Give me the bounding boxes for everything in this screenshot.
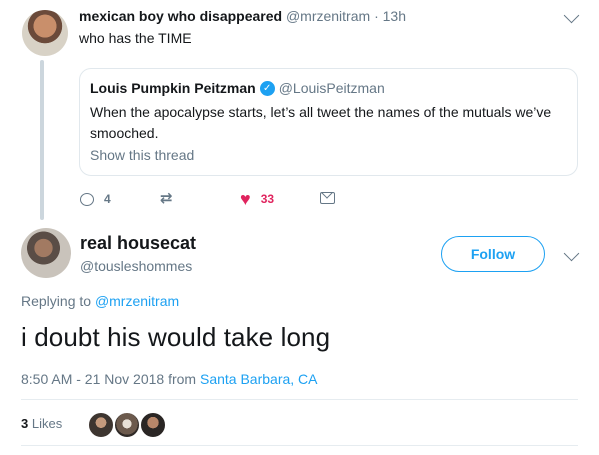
verified-icon: ✓ [259, 80, 275, 96]
replying-to: Replying to @mrzenitram [21, 293, 179, 309]
message-button[interactable] [320, 192, 335, 204]
like-count: 33 [260, 192, 275, 206]
reply-display-name[interactable]: real housecat [80, 233, 196, 254]
retweet-button[interactable]: ⇄ [160, 190, 181, 207]
reply-count: 4 [104, 192, 111, 206]
divider [21, 445, 578, 446]
likes-label: Likes [31, 416, 63, 431]
tweet-author: mexican boy who disappeared @mrzenitram … [79, 8, 406, 24]
chevron-down-icon[interactable] [563, 7, 580, 24]
liker-avatar[interactable] [88, 412, 114, 438]
likes-stat[interactable]: 3 Likes [21, 416, 62, 431]
liker-avatar[interactable] [114, 412, 140, 438]
display-name[interactable]: mexican boy who disappeared [79, 8, 282, 24]
location-link[interactable]: Santa Barbara, CA [200, 371, 318, 387]
liker-avatar[interactable] [140, 412, 166, 438]
quoted-handle: @LouisPeitzman [278, 80, 385, 96]
message-icon [320, 192, 335, 204]
author-handle[interactable]: @mrzenitram [286, 8, 370, 24]
reply-handle[interactable]: @tousleshommes [80, 258, 192, 274]
tweet-time[interactable]: 13h [383, 8, 406, 24]
likes-count: 3 [21, 416, 29, 431]
replying-to-mention[interactable]: @mrzenitram [95, 293, 179, 309]
reply-text: i doubt his would take long [21, 322, 331, 352]
follow-button[interactable]: Follow [441, 236, 545, 272]
chevron-down-icon[interactable] [563, 245, 580, 262]
quoted-display-name: Louis Pumpkin Peitzman [90, 80, 256, 96]
tweet-text: who has the TIME [79, 30, 192, 46]
retweet-icon: ⇄ [160, 190, 173, 207]
reply-button[interactable]: 4 [80, 192, 111, 206]
show-thread-link[interactable]: Show this thread [90, 147, 194, 163]
like-button[interactable]: ♥ 33 [240, 189, 275, 209]
replying-to-label: Replying to [21, 293, 92, 309]
avatar[interactable] [22, 10, 68, 56]
quoted-author: Louis Pumpkin Peitzman ✓ @LouisPeitzman [90, 80, 385, 96]
divider [21, 399, 578, 400]
tweet-metadata: 8:50 AM - 21 Nov 2018 from Santa Barbara… [21, 371, 318, 387]
quoted-text: When the apocalypse starts, let’s all tw… [90, 104, 552, 141]
heart-icon: ♥ [240, 189, 251, 209]
reply-icon [80, 192, 94, 206]
reply-avatar[interactable] [21, 228, 71, 278]
timestamp[interactable]: 8:50 AM - 21 Nov 2018 from [21, 371, 196, 387]
time-separator: · [374, 8, 379, 24]
thread-connector [40, 60, 44, 220]
